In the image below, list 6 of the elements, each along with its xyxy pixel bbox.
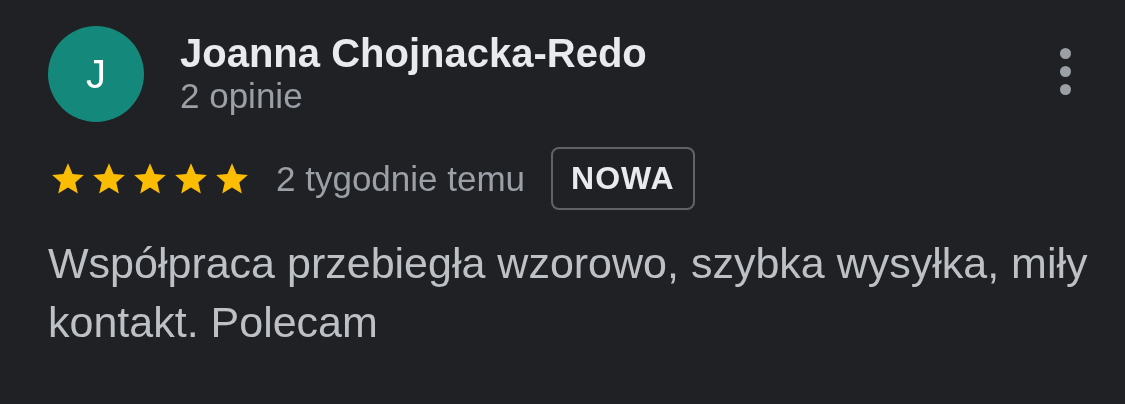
review-count: 2 opinie xyxy=(180,76,304,116)
review-time: 2 tygodnie temu xyxy=(276,158,526,199)
author-name: Joanna Chojnacka-Redo xyxy=(180,30,648,76)
avatar: J xyxy=(48,26,144,122)
new-badge: NOWA xyxy=(551,147,695,210)
review-text: Współpraca przebiegła wzorowo, szybka wysyłka, miły kontakt. Polecam xyxy=(48,238,1089,348)
